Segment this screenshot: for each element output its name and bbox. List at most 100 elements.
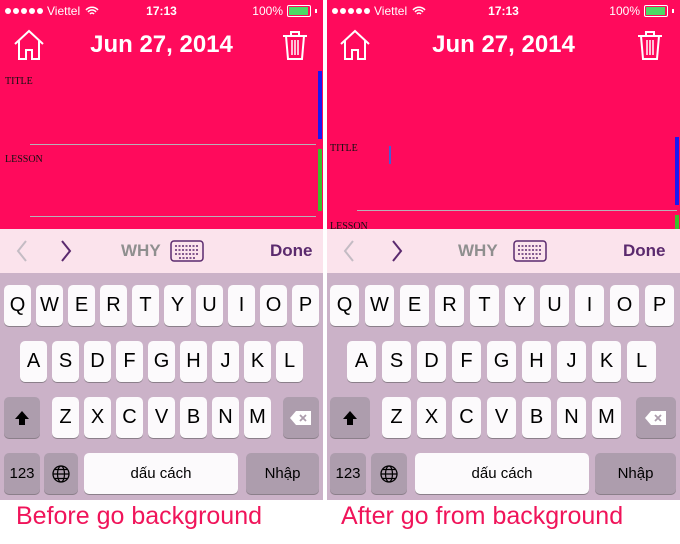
screen-before: Viettel 17:13 100% Jun 27, 2014 TITLE LE… xyxy=(0,0,323,500)
why-button[interactable]: WHY xyxy=(121,241,161,261)
key-i[interactable]: I xyxy=(575,285,604,326)
key-t[interactable]: T xyxy=(470,285,499,326)
key-j[interactable]: J xyxy=(212,341,239,382)
screen-after: Viettel 17:13 100% Jun 27, 2014 TITLE LE… xyxy=(327,0,680,500)
key-v[interactable]: V xyxy=(487,397,516,438)
key-c[interactable]: C xyxy=(452,397,481,438)
key-p[interactable]: P xyxy=(292,285,319,326)
lesson-label: LESSON xyxy=(5,154,43,165)
key-s[interactable]: S xyxy=(52,341,79,382)
trash-icon[interactable] xyxy=(278,28,312,62)
why-button[interactable]: WHY xyxy=(458,241,498,261)
key-n[interactable]: N xyxy=(212,397,239,438)
prev-arrow-icon[interactable] xyxy=(12,237,32,265)
key-u[interactable]: U xyxy=(540,285,569,326)
battery-percent: 100% xyxy=(609,4,640,18)
title-label: TITLE xyxy=(330,143,358,154)
key-o[interactable]: O xyxy=(610,285,639,326)
key-e[interactable]: E xyxy=(400,285,429,326)
key-t[interactable]: T xyxy=(132,285,159,326)
lesson-scroll-indicator xyxy=(318,149,322,211)
return-key[interactable]: Nhập xyxy=(595,453,676,494)
key-p[interactable]: P xyxy=(645,285,674,326)
title-scroll-indicator xyxy=(675,137,679,205)
key-d[interactable]: D xyxy=(84,341,111,382)
key-b[interactable]: B xyxy=(522,397,551,438)
key-f[interactable]: F xyxy=(452,341,481,382)
lesson-field[interactable] xyxy=(30,216,316,217)
shift-key[interactable] xyxy=(330,397,370,438)
caption-after: After go from background xyxy=(341,502,624,530)
title-field[interactable] xyxy=(357,210,677,211)
globe-key[interactable] xyxy=(44,453,78,494)
key-y[interactable]: Y xyxy=(505,285,534,326)
key-w[interactable]: W xyxy=(365,285,394,326)
key-w[interactable]: W xyxy=(36,285,63,326)
shift-key[interactable] xyxy=(4,397,40,438)
key-u[interactable]: U xyxy=(196,285,223,326)
status-bar: Viettel 17:13 100% xyxy=(327,0,680,22)
key-a[interactable]: A xyxy=(347,341,376,382)
next-arrow-icon[interactable] xyxy=(56,237,76,265)
numbers-key[interactable]: 123 xyxy=(330,453,366,494)
key-q[interactable]: Q xyxy=(4,285,31,326)
keyboard-icon[interactable] xyxy=(170,240,204,262)
keyboard-icon[interactable] xyxy=(513,240,547,262)
key-f[interactable]: F xyxy=(116,341,143,382)
key-o[interactable]: O xyxy=(260,285,287,326)
key-h[interactable]: H xyxy=(180,341,207,382)
key-r[interactable]: R xyxy=(100,285,127,326)
status-bar: Viettel 17:13 100% xyxy=(0,0,323,22)
key-x[interactable]: X xyxy=(84,397,111,438)
title-field[interactable] xyxy=(30,144,316,145)
keyboard: Q W E R T Y U I O P A S D F G H J K L Z … xyxy=(0,273,323,500)
key-m[interactable]: M xyxy=(592,397,621,438)
key-d[interactable]: D xyxy=(417,341,446,382)
key-s[interactable]: S xyxy=(382,341,411,382)
globe-key[interactable] xyxy=(371,453,407,494)
trash-icon[interactable] xyxy=(633,28,667,62)
return-key[interactable]: Nhập xyxy=(246,453,319,494)
next-arrow-icon[interactable] xyxy=(387,237,407,265)
key-r[interactable]: R xyxy=(435,285,464,326)
title-scroll-indicator xyxy=(318,71,322,139)
key-j[interactable]: J xyxy=(557,341,586,382)
nav-bar: Jun 27, 2014 xyxy=(0,22,323,66)
key-l[interactable]: L xyxy=(276,341,303,382)
key-n[interactable]: N xyxy=(557,397,586,438)
prev-arrow-icon[interactable] xyxy=(339,237,359,265)
key-g[interactable]: G xyxy=(487,341,516,382)
keyboard: Q W E R T Y U I O P A S D F G H J K L Z … xyxy=(327,273,680,500)
key-q[interactable]: Q xyxy=(330,285,359,326)
key-g[interactable]: G xyxy=(148,341,175,382)
key-c[interactable]: C xyxy=(116,397,143,438)
key-h[interactable]: H xyxy=(522,341,551,382)
key-y[interactable]: Y xyxy=(164,285,191,326)
numbers-key[interactable]: 123 xyxy=(4,453,40,494)
key-z[interactable]: Z xyxy=(52,397,79,438)
text-cursor xyxy=(389,146,391,164)
keyboard-accessory-bar: WHY Done xyxy=(0,229,323,273)
battery: 100% xyxy=(609,4,674,18)
key-l[interactable]: L xyxy=(627,341,656,382)
done-button[interactable]: Done xyxy=(270,241,313,261)
key-i[interactable]: I xyxy=(228,285,255,326)
key-a[interactable]: A xyxy=(20,341,47,382)
key-v[interactable]: V xyxy=(148,397,175,438)
space-key[interactable]: dấu cách xyxy=(84,453,238,494)
key-m[interactable]: M xyxy=(244,397,271,438)
key-k[interactable]: K xyxy=(592,341,621,382)
key-x[interactable]: X xyxy=(417,397,446,438)
space-key[interactable]: dấu cách xyxy=(415,453,589,494)
key-e[interactable]: E xyxy=(68,285,95,326)
key-b[interactable]: B xyxy=(180,397,207,438)
caption-before: Before go background xyxy=(16,502,263,530)
battery-percent: 100% xyxy=(252,4,283,18)
done-button[interactable]: Done xyxy=(623,241,666,261)
key-k[interactable]: K xyxy=(244,341,271,382)
shift-icon xyxy=(15,410,29,425)
backspace-key[interactable] xyxy=(636,397,676,438)
globe-icon xyxy=(380,464,398,483)
backspace-key[interactable] xyxy=(283,397,319,438)
key-z[interactable]: Z xyxy=(382,397,411,438)
